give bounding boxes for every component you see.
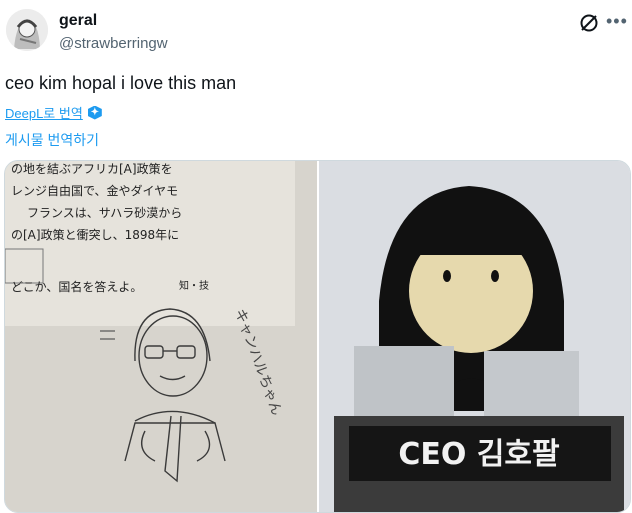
deepl-translate-link[interactable]: DeepL로 번역 [5,103,83,122]
deepl-icon: ✦ [87,105,102,120]
media-image-right[interactable]: CEO 김호팔 [319,161,630,512]
more-icon[interactable]: ••• [606,11,628,32]
grok-icon[interactable] [578,12,600,34]
deepl-translation-row[interactable]: DeepL로 번역 ✦ [5,103,102,122]
exam-line-3: フランスは、サハラ砂漠から [27,206,182,220]
exam-tag: 知・技 [179,279,209,292]
exam-line-1: の地を結ぶアフリカ[A]政策を [11,162,173,176]
exam-line-4: の[A]政策と衝突し、1898年に [11,227,179,242]
translate-post-link[interactable]: 게시물 번역하기 [5,130,99,150]
exam-line-2: レンジ自由国で、金やダイヤモ [11,183,178,198]
avatar[interactable] [6,9,48,51]
media-grid: の地を結ぶアフリカ[A]政策を レンジ自由国で、金やダイヤモ フランスは、サハラ… [4,160,631,513]
nameplate-text: CEO 김호팔 [398,437,560,472]
tweet-text: ceo kim hopal i love this man [5,73,237,93]
media-image-left[interactable]: の地を結ぶアフリカ[A]政策を レンジ自由国で、金やダイヤモ フランスは、サハラ… [5,161,317,512]
author-handle[interactable]: @strawberringw [59,35,168,52]
author-display-name[interactable]: geral [59,12,97,30]
exam-question: どこか、国名を答えよ。 [11,279,142,294]
